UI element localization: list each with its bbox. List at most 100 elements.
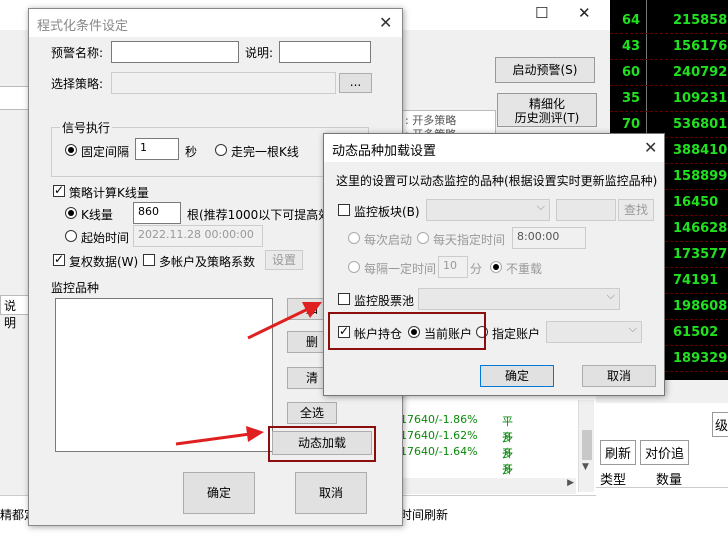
quote-volume: 74191 xyxy=(673,273,719,288)
dialog2-title: 动态品种加载设置 xyxy=(332,144,437,159)
multi-account-label: 多帐户及策略系数 xyxy=(159,255,256,269)
after-bar-radio[interactable] xyxy=(215,144,227,156)
fine-backtest-line1: 精细化 xyxy=(528,97,565,111)
quote-volume: 16450 xyxy=(673,195,719,210)
maximize-icon[interactable]: ☐ xyxy=(535,4,548,22)
account-position-highlight xyxy=(328,312,486,350)
quote-change: 43 xyxy=(622,39,641,54)
trade-scrollbar[interactable]: ▼ xyxy=(578,400,594,492)
quote-lower-panel: 刷新 对价追 类型 数量 级 xyxy=(596,380,728,546)
sector-search-input[interactable] xyxy=(556,199,616,221)
select-all-button[interactable]: 全选 xyxy=(287,402,337,424)
kline-count-input[interactable]: 860 xyxy=(133,202,181,224)
quote-volume: 158899 xyxy=(673,169,728,184)
quote-volume: 109231 xyxy=(673,91,728,106)
fixed-interval-radio[interactable] xyxy=(65,144,77,156)
monitor-sector-checkbox[interactable] xyxy=(338,204,350,216)
dialog1-titlebar: 程式化条件设定 ✕ xyxy=(29,9,402,37)
dialog1-ok-button[interactable]: 确定 xyxy=(183,472,255,514)
specified-account-label: 指定账户 xyxy=(492,327,541,341)
quote-volume: 61502 xyxy=(673,325,719,340)
no-reload-radio[interactable] xyxy=(490,261,502,273)
start-alert-button[interactable]: 启动预警(S) xyxy=(495,57,595,83)
quote-volume: 189329 xyxy=(673,351,728,366)
dialog1-title: 程式化条件设定 xyxy=(37,19,129,34)
chevron-down-icon: ⌵ xyxy=(536,200,545,213)
dynamic-load-highlight xyxy=(268,426,376,462)
seconds-label: 秒 xyxy=(185,145,198,159)
chevron-down-icon: ⌵ xyxy=(606,289,615,302)
quote-change: 70 xyxy=(622,117,641,132)
dialog1-cancel-button[interactable]: 取消 xyxy=(295,472,367,514)
signal-group-title: 信号执行 xyxy=(60,119,113,136)
dialog1-close-icon[interactable]: ✕ xyxy=(379,13,392,32)
strategy-input[interactable] xyxy=(111,72,336,94)
stock-pool-select[interactable]: ⌵ xyxy=(418,288,620,310)
dialog2-description: 这里的设置可以动态监控的品种(根据设置实时更新监控品种) xyxy=(336,174,658,188)
calc-bars-checkbox[interactable] xyxy=(53,183,65,197)
alert-name-label: 预警名称: xyxy=(51,46,104,60)
fine-backtest-button[interactable]: 精细化 历史测评(T) xyxy=(497,93,597,127)
close-icon[interactable]: ✕ xyxy=(578,4,591,22)
quote-change: 64 xyxy=(622,13,641,28)
account-select[interactable]: ⌵ xyxy=(546,321,642,343)
quote-volume: 536801 xyxy=(673,117,728,132)
quote-row: 60 240792 xyxy=(610,60,728,86)
quote-volume: 156176 xyxy=(673,39,728,54)
every-interval-radio[interactable] xyxy=(348,261,360,273)
chevron-down-icon: ⌵ xyxy=(628,322,637,335)
daily-time-radio[interactable] xyxy=(417,232,429,244)
start-time-radio[interactable] xyxy=(65,230,77,242)
quote-row: 43 156176 xyxy=(610,34,728,60)
settings-button[interactable]: 设置 xyxy=(265,250,303,270)
dialog2-close-icon[interactable]: ✕ xyxy=(644,138,657,157)
quote-volume: 215858 xyxy=(673,13,728,28)
multi-account-checkbox[interactable] xyxy=(143,254,155,266)
interval-input[interactable]: 1 xyxy=(135,138,179,160)
horizontal-scrollbar[interactable]: ▶ xyxy=(400,478,576,494)
dialog2-ok-button[interactable]: 确定 xyxy=(480,365,554,387)
alert-name-input[interactable] xyxy=(111,41,239,63)
scroll-right-icon[interactable]: ▶ xyxy=(567,478,574,488)
start-time-input[interactable]: 2022.11.28 00:00:00 xyxy=(133,225,263,247)
desc-input[interactable] xyxy=(279,41,371,63)
left-tab-info[interactable]: 说明 xyxy=(0,295,30,330)
sector-select[interactable]: ⌵ xyxy=(426,199,550,221)
monitor-pool-checkbox[interactable] xyxy=(338,293,350,305)
browse-strategy-button[interactable]: ... xyxy=(339,73,372,93)
select-strategy-label: 选择策略: xyxy=(51,77,104,91)
restore-data-checkbox[interactable] xyxy=(53,252,65,266)
dialog2-cancel-button[interactable]: 取消 xyxy=(582,365,656,387)
quote-volume: 173577 xyxy=(673,247,728,262)
desc-label: 说明: xyxy=(245,46,274,60)
calc-bars-label: 策略计算K线量 xyxy=(69,186,149,200)
monitor-group-title: 监控品种 xyxy=(51,281,100,295)
kline-count-radio[interactable] xyxy=(65,207,77,219)
tab-counter-price[interactable]: 对价追 xyxy=(640,440,690,465)
dynamic-load-dialog: 动态品种加载设置 ✕ 这里的设置可以动态监控的品种(根据设置实时更新监控品种) … xyxy=(323,133,665,396)
scroll-thumb[interactable] xyxy=(582,430,592,460)
restore-data-label: 复权数据(W) xyxy=(69,255,139,269)
side-button[interactable]: 级 xyxy=(712,412,728,437)
bottom-mid-text: 时间刷新 xyxy=(400,508,449,522)
every-interval-label: 每隔一定时间 xyxy=(364,262,437,276)
monitor-pool-label: 监控股票池 xyxy=(354,294,415,308)
quote-row: 35 109231 xyxy=(610,86,728,112)
quote-volume: 388410 xyxy=(673,143,728,158)
quote-change: 60 xyxy=(622,65,641,80)
fine-backtest-line2: 历史测评(T) xyxy=(514,111,580,125)
scroll-down-icon[interactable]: ▼ xyxy=(582,462,589,472)
find-button[interactable]: 查找 xyxy=(618,199,654,221)
daily-time-input[interactable]: 8:00:00 xyxy=(512,227,586,249)
start-time-label: 起始时间 xyxy=(81,231,130,245)
after-bar-label: 走完一根K线 xyxy=(231,145,299,159)
minutes-label: 分 xyxy=(470,262,483,276)
each-start-radio[interactable] xyxy=(348,232,360,244)
tab-refresh[interactable]: 刷新 xyxy=(600,440,637,465)
quote-change: 35 xyxy=(622,91,641,106)
interval-minutes-input[interactable]: 10 xyxy=(438,256,468,278)
monitor-sector-label: 监控板块(B) xyxy=(354,205,420,219)
daily-time-label: 每天指定时间 xyxy=(433,233,506,247)
kline-count-label: K线量 xyxy=(81,208,113,222)
fixed-interval-label: 固定间隔 xyxy=(81,145,130,159)
